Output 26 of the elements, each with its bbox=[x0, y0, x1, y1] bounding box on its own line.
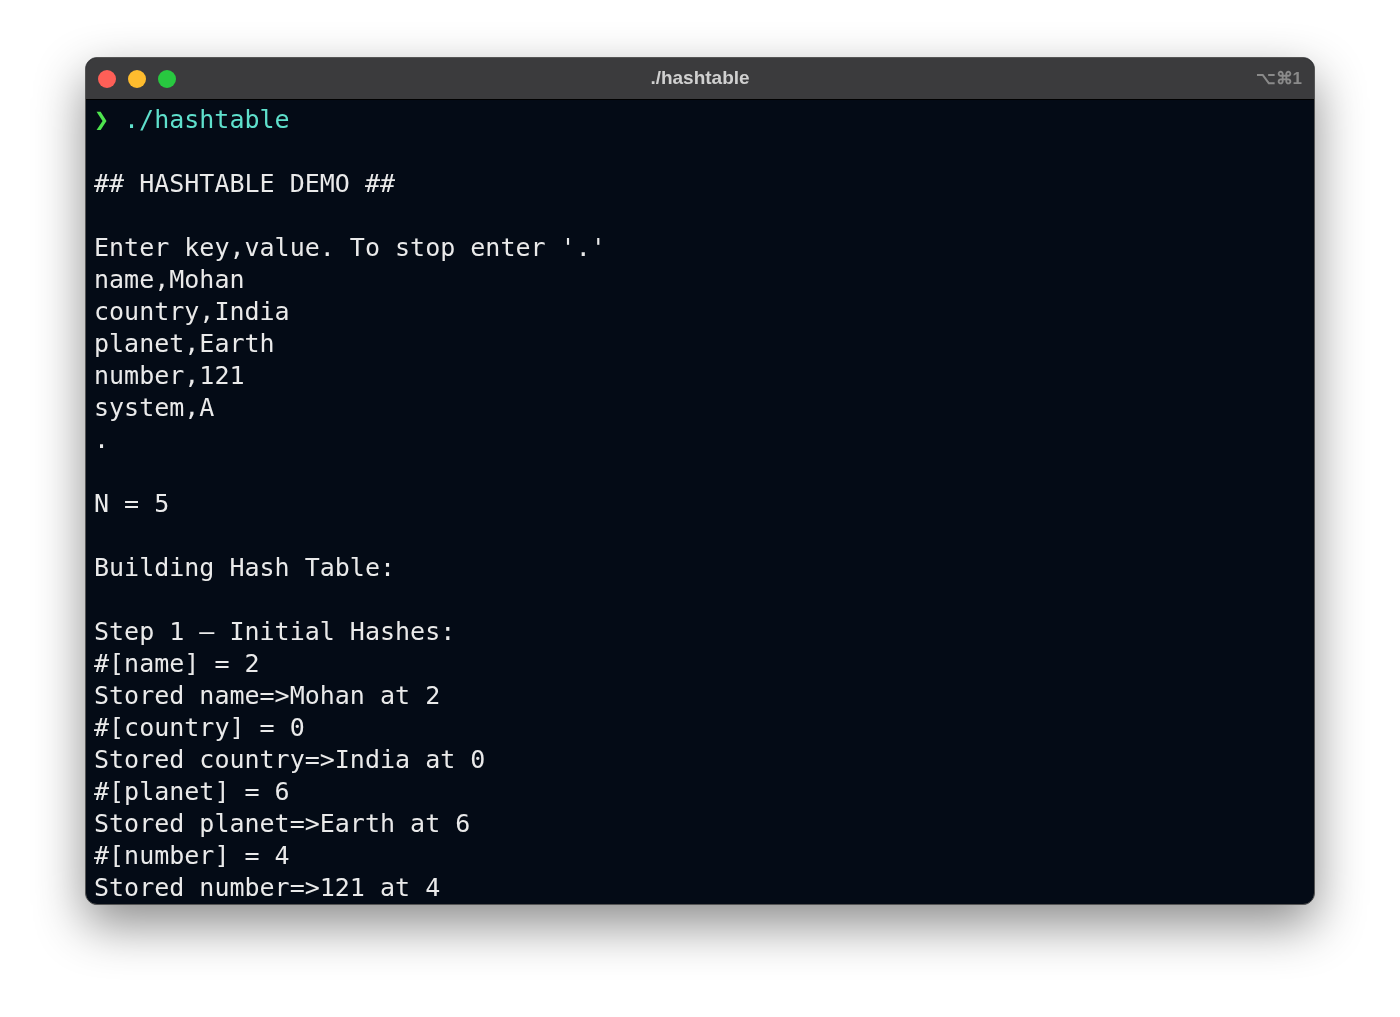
output-line: . bbox=[94, 424, 110, 456]
output-line: Stored name=>Mohan at 2 bbox=[94, 680, 441, 712]
minimize-button[interactable] bbox=[128, 69, 146, 88]
output-line: #[planet] = 6 bbox=[94, 776, 290, 808]
command-text: ./hashtable bbox=[124, 104, 290, 136]
output-line: Stored country=>India at 0 bbox=[94, 744, 486, 776]
output-line: name,Mohan bbox=[94, 264, 245, 296]
output-line: system,A bbox=[94, 392, 215, 424]
shortcut-label: ⌥⌘1 bbox=[1255, 67, 1302, 90]
output-line: #[name] = 2 bbox=[94, 648, 260, 680]
output-line: ## HASHTABLE DEMO ## bbox=[94, 168, 396, 200]
window-title: ./hashtable bbox=[650, 66, 750, 91]
output-line: Step 1 – Initial Hashes: bbox=[94, 616, 456, 648]
output-line: N = 5 bbox=[94, 488, 170, 520]
output-line: #[country] = 0 bbox=[94, 712, 305, 744]
output-line: Enter key,value. To stop enter '.' bbox=[94, 232, 606, 264]
output-line: Stored number=>121 at 4 bbox=[94, 872, 441, 904]
output-line: number,121 bbox=[94, 360, 245, 392]
output-line: Stored planet=>Earth at 6 bbox=[94, 808, 471, 840]
prompt-symbol: ❯ bbox=[94, 104, 110, 136]
output-line: country,India bbox=[94, 296, 290, 328]
close-button[interactable] bbox=[98, 69, 116, 88]
output-line: #[number] = 4 bbox=[94, 840, 290, 872]
zoom-button[interactable] bbox=[158, 69, 176, 88]
output-line: Building Hash Table: bbox=[94, 552, 396, 584]
output-line: planet,Earth bbox=[94, 328, 275, 360]
